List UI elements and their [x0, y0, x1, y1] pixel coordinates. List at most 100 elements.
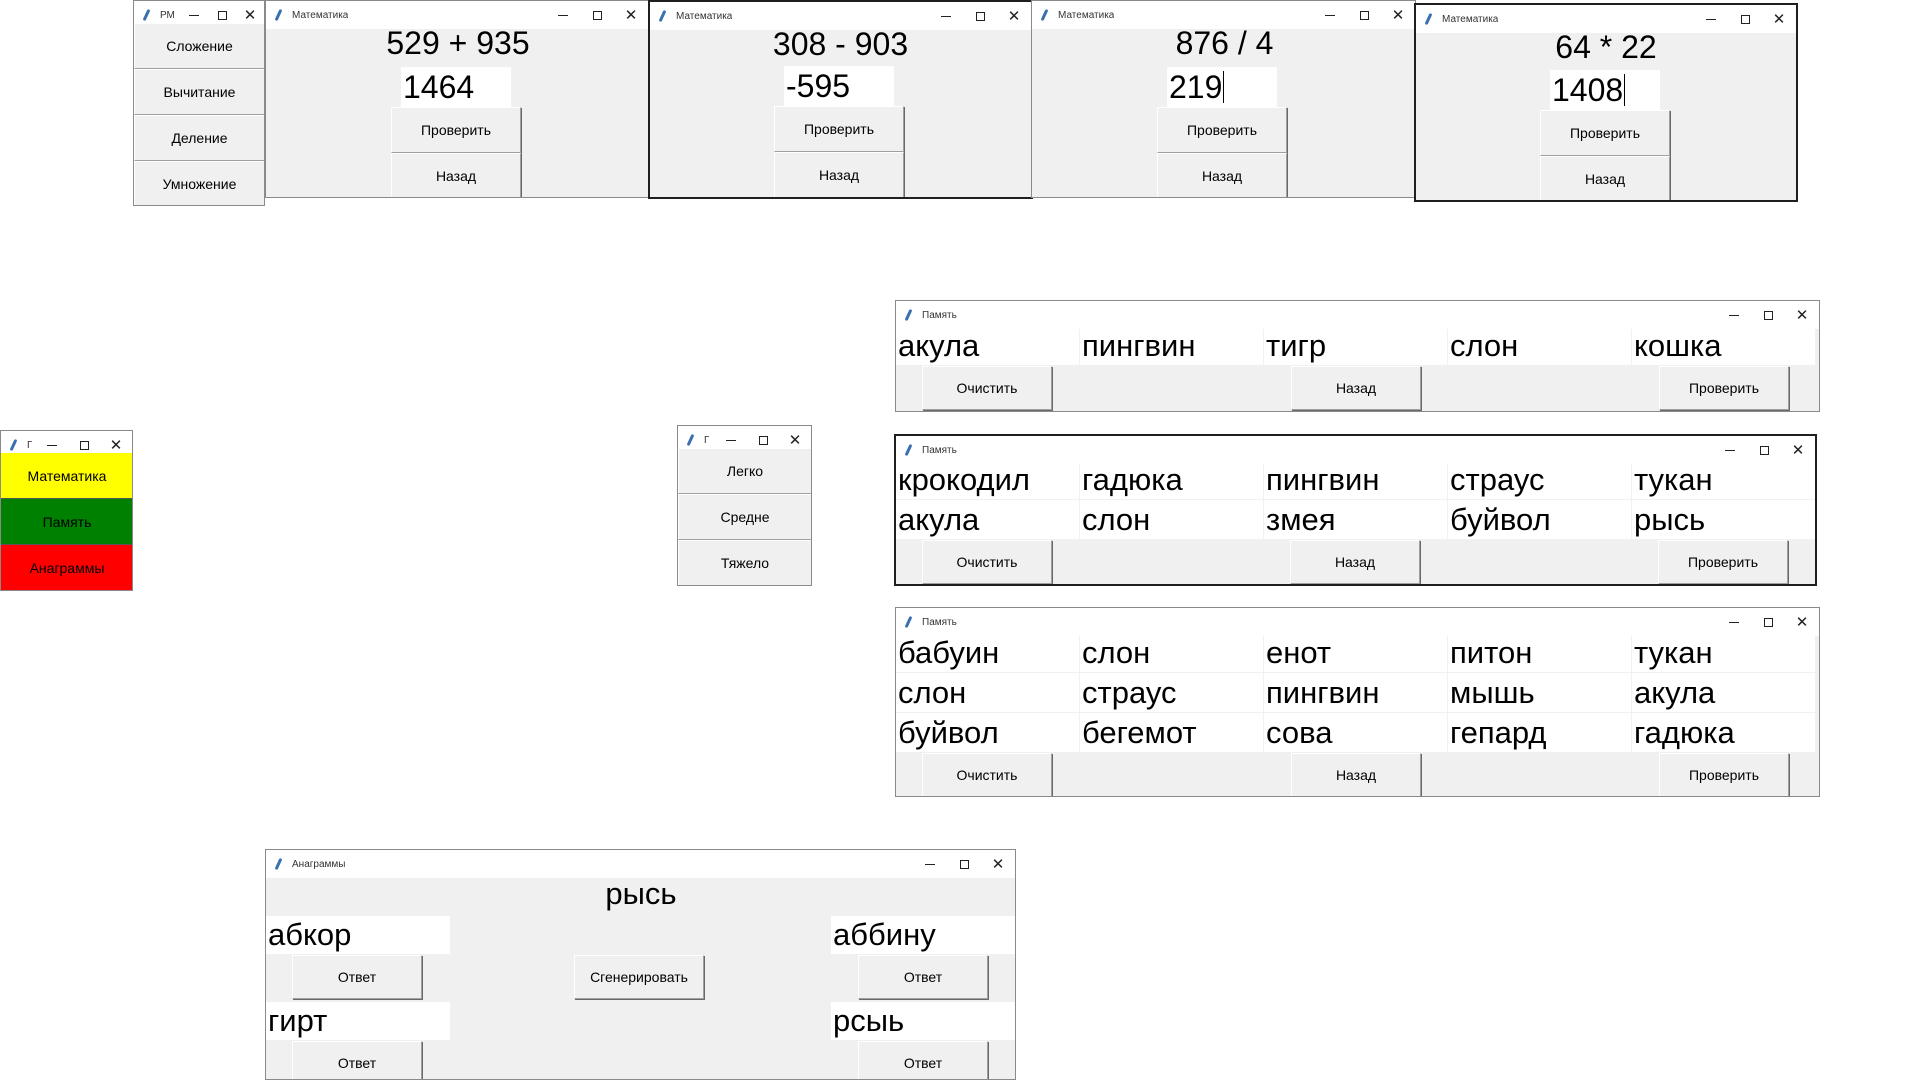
memory-window-2: Память ✕ крокодил гадюка пингвин страус … — [894, 434, 1817, 586]
back-button[interactable]: Назад — [1291, 753, 1421, 796]
minimize-button[interactable] — [1717, 608, 1751, 636]
check-button[interactable]: Проверить — [1659, 366, 1789, 410]
answer-input[interactable]: -595 — [784, 66, 894, 106]
word-cell: акула — [896, 327, 1079, 365]
word-cell: буйвол — [1448, 500, 1631, 539]
back-button[interactable]: Назад — [1291, 366, 1421, 410]
answer-input[interactable]: 1464 — [401, 67, 511, 107]
window-title: Г — [704, 434, 710, 446]
word-cell: гадюка — [1080, 460, 1263, 499]
window-title: Память — [922, 309, 957, 321]
back-button[interactable]: Назад — [1290, 540, 1420, 584]
window-title: Память — [922, 616, 957, 628]
answer-button[interactable]: Ответ — [292, 955, 422, 999]
text-caret — [1624, 74, 1626, 106]
window-title: РМ — [160, 9, 175, 21]
close-button[interactable]: ✕ — [981, 850, 1015, 878]
check-button[interactable]: Проверить — [1157, 107, 1287, 153]
answer-input[interactable]: 1408 — [1550, 70, 1660, 110]
memory-menu-button[interactable]: Память — [1, 499, 132, 545]
answer-button[interactable]: Ответ — [292, 1041, 422, 1079]
medium-button[interactable]: Средне — [678, 494, 811, 540]
feather-icon — [9, 438, 19, 452]
answer-button[interactable]: Ответ — [858, 955, 988, 999]
word-cell: питон — [1448, 633, 1631, 672]
subtraction-button[interactable]: Вычитание — [134, 69, 264, 115]
check-button[interactable]: Проверить — [391, 107, 521, 153]
answer-input[interactable]: 219 — [1167, 67, 1277, 107]
word-cell: сова — [1264, 713, 1447, 752]
anagrams-window: Анаграммы ✕ рысь абкор аббину Ответ Сген… — [265, 849, 1016, 1080]
window-title: Память — [922, 444, 957, 456]
back-button[interactable]: Назад — [391, 153, 521, 197]
clear-button[interactable]: Очистить — [922, 753, 1052, 796]
maximize-button[interactable] — [1751, 301, 1785, 329]
anagrams-menu-button[interactable]: Анаграммы — [1, 545, 132, 590]
generate-button[interactable]: Сгенерировать — [574, 955, 704, 999]
window-title: Г — [27, 439, 33, 451]
window-title: Анаграммы — [292, 858, 346, 870]
check-button[interactable]: Проверить — [1659, 753, 1789, 796]
word-cell: акула — [896, 500, 1079, 539]
maximize-button[interactable] — [1751, 608, 1785, 636]
back-button[interactable]: Назад — [1157, 153, 1287, 197]
math-menu-button[interactable]: Математика — [1, 453, 132, 499]
word-cell: акула — [1632, 673, 1815, 712]
minimize-button[interactable] — [1717, 301, 1751, 329]
anagram-input[interactable]: абкор — [266, 916, 450, 954]
answer-button[interactable]: Ответ — [858, 1041, 988, 1079]
math-window-4: Математика ✕ 64 * 22 1408 Проверить Наза… — [1414, 3, 1798, 202]
check-button[interactable]: Проверить — [1540, 110, 1670, 156]
feather-icon — [1424, 12, 1434, 26]
target-word: рысь — [605, 876, 677, 911]
word-cell: слон — [896, 673, 1079, 712]
easy-button[interactable]: Легко — [678, 448, 811, 494]
word-cell: слон — [1080, 500, 1263, 539]
feather-icon — [904, 615, 914, 629]
word-cell: тукан — [1632, 633, 1815, 672]
feather-icon — [904, 443, 914, 457]
close-button[interactable]: ✕ — [1785, 608, 1819, 636]
math-window-3: Математика ✕ 876 / 4 219 Проверить Назад — [1031, 0, 1416, 198]
math-window-2: Математика ✕ 308 - 903 -595 Проверить На… — [648, 0, 1033, 199]
clear-button[interactable]: Очистить — [922, 366, 1052, 410]
anagram-input[interactable]: аббину — [831, 916, 1015, 954]
window-title: Математика — [1442, 13, 1499, 25]
division-button[interactable]: Деление — [134, 115, 264, 161]
clear-button[interactable]: Очистить — [922, 540, 1052, 584]
back-button[interactable]: Назад — [774, 152, 904, 197]
feather-icon — [142, 8, 152, 22]
math-window-1: Математика ✕ 529 + 935 1464 Проверить На… — [265, 0, 649, 198]
math-problem: 529 + 935 — [386, 25, 530, 61]
check-button[interactable]: Проверить — [774, 106, 904, 152]
hard-button[interactable]: Тяжело — [678, 540, 811, 585]
check-button[interactable]: Проверить — [1658, 540, 1788, 584]
window-title: Математика — [676, 10, 733, 22]
multiplication-button[interactable]: Умножение — [134, 161, 264, 205]
anagram-input[interactable]: гирт — [266, 1002, 450, 1040]
feather-icon — [274, 8, 284, 22]
titlebar: Память ✕ — [896, 301, 1819, 329]
math-problem: 308 - 903 — [772, 26, 909, 62]
word-cell: енот — [1264, 633, 1447, 672]
titlebar: Анаграммы ✕ — [266, 850, 1015, 878]
close-button[interactable]: ✕ — [1785, 301, 1819, 329]
minimize-button[interactable] — [913, 850, 947, 878]
memory-window-1: Память ✕ акула пингвин тигр слон кошка О… — [895, 300, 1820, 412]
word-cell: пингвин — [1080, 327, 1263, 365]
anagram-input[interactable]: рсыь — [831, 1002, 1015, 1040]
maximize-button[interactable] — [947, 850, 981, 878]
word-cell: бабуин — [896, 633, 1079, 672]
text-caret — [1223, 71, 1225, 103]
difficulty-window: Г ✕ Легко Средне Тяжело — [677, 425, 812, 586]
math-problem: 64 * 22 — [1555, 29, 1657, 65]
memory-window-3: Память ✕ бабуин слон енот питон тукан сл… — [895, 607, 1820, 797]
word-cell: тукан — [1632, 460, 1815, 499]
word-cell: буйвол — [896, 713, 1079, 752]
word-cell: мышь — [1448, 673, 1631, 712]
addition-button[interactable]: Сложение — [134, 23, 264, 69]
word-cell: слон — [1080, 633, 1263, 672]
back-button[interactable]: Назад — [1540, 156, 1670, 200]
feather-icon — [686, 433, 696, 447]
feather-icon — [904, 308, 914, 322]
